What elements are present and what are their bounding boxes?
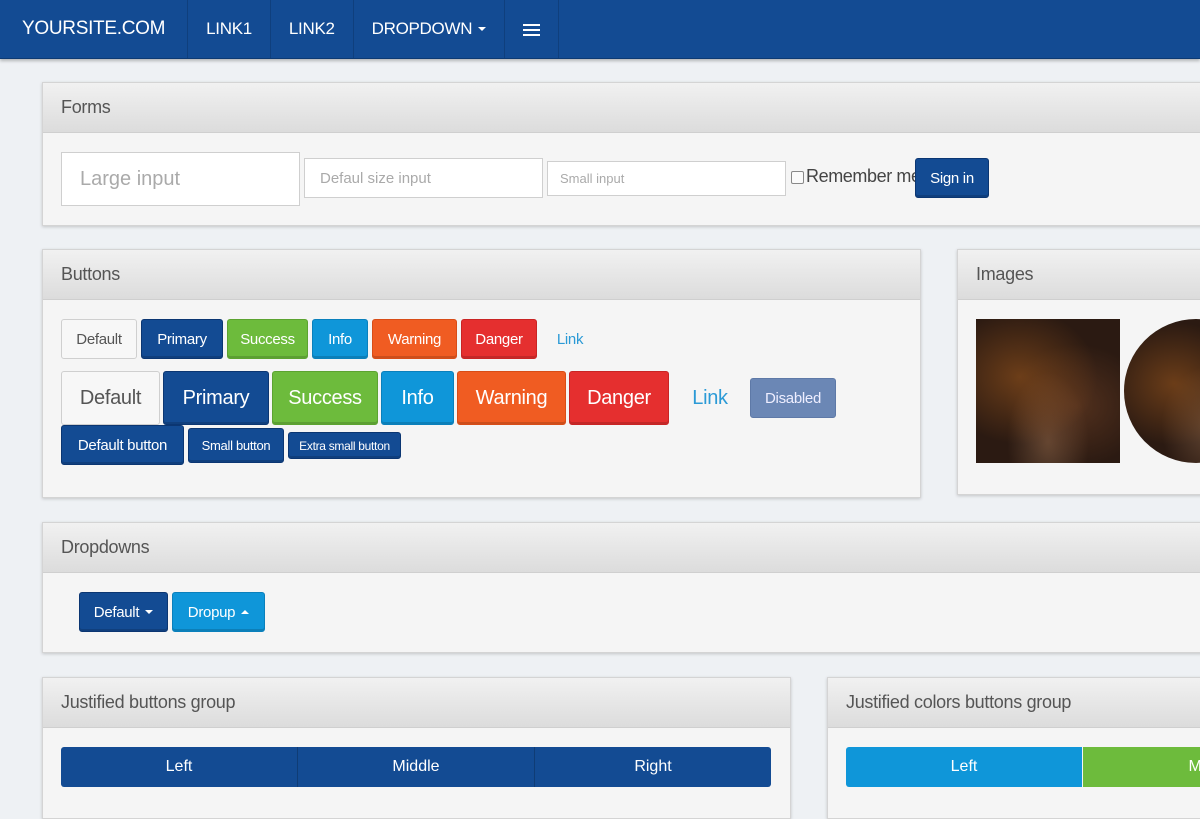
forms-panel: Forms Large input Defaul size input Smal… <box>42 82 1200 226</box>
buttons-panel: Buttons Default Primary Success Info War… <box>42 249 921 498</box>
panel-title: Dropdowns <box>43 523 1200 573</box>
middle-color-button[interactable]: Mic <box>1083 747 1200 787</box>
panel-title: Images <box>958 250 1200 300</box>
middle-button[interactable]: Middle <box>298 747 535 787</box>
disabled-button[interactable]: Disabled <box>750 378 836 418</box>
justified-colors-panel: Justified colors buttons group Left Mic <box>827 677 1200 819</box>
nav-link-2[interactable]: LINK2 <box>269 0 353 58</box>
link-button-large[interactable]: Link <box>677 371 743 425</box>
default-button[interactable]: Default <box>61 319 137 359</box>
panel-title: Justified colors buttons group <box>828 678 1200 728</box>
right-button[interactable]: Right <box>535 747 771 787</box>
hamburger-icon <box>523 23 541 36</box>
nav-dropdown-label: DROPDOWN <box>371 19 473 38</box>
default-dropdown-button[interactable]: Default <box>79 592 168 632</box>
danger-button-large[interactable]: Danger <box>569 371 669 425</box>
remember-label: Remember me <box>806 166 921 186</box>
caret-down-icon <box>145 610 154 614</box>
danger-button[interactable]: Danger <box>461 319 537 359</box>
images-panel: Images <box>957 249 1200 495</box>
default-size-button[interactable]: Default button <box>61 425 184 465</box>
menu-toggle[interactable] <box>504 0 560 58</box>
small-button[interactable]: Small button <box>188 428 284 463</box>
dropup-button[interactable]: Dropup <box>172 592 265 632</box>
top-navbar: YOURSITE.COM LINK1 LINK2 DROPDOWN <box>0 0 1200 59</box>
info-button[interactable]: Info <box>312 319 368 359</box>
primary-button-large[interactable]: Primary <box>163 371 269 425</box>
info-button-large[interactable]: Info <box>381 371 454 425</box>
nav-link-1[interactable]: LINK1 <box>187 0 270 58</box>
justified-group-panel: Justified buttons group Left Middle Righ… <box>42 677 791 819</box>
default-button-large[interactable]: Default <box>61 371 160 425</box>
rectangle-image <box>976 319 1120 463</box>
success-button[interactable]: Success <box>227 319 308 359</box>
default-input[interactable]: Defaul size input <box>304 158 543 198</box>
remember-checkbox[interactable] <box>791 171 804 184</box>
small-input[interactable]: Small input <box>547 161 786 196</box>
caret-down-icon <box>478 27 487 31</box>
link-button[interactable]: Link <box>543 319 597 359</box>
warning-button-large[interactable]: Warning <box>457 371 566 425</box>
primary-button[interactable]: Primary <box>141 319 223 359</box>
nav-dropdown[interactable]: DROPDOWN <box>352 0 505 58</box>
panel-title: Justified buttons group <box>43 678 790 728</box>
large-input[interactable]: Large input <box>61 152 300 206</box>
left-button[interactable]: Left <box>61 747 298 787</box>
brand-link[interactable]: YOURSITE.COM <box>0 0 187 58</box>
dropup-label: Dropup <box>187 603 236 621</box>
success-button-large[interactable]: Success <box>272 371 378 425</box>
extra-small-button[interactable]: Extra small button <box>288 432 401 459</box>
dropdowns-panel: Dropdowns Default Dropup <box>42 522 1200 653</box>
justified-button-group: Left Middle Right <box>61 747 771 787</box>
panel-title: Buttons <box>43 250 920 300</box>
warning-button[interactable]: Warning <box>372 319 457 359</box>
panel-title: Forms <box>43 83 1200 133</box>
sign-in-button[interactable]: Sign in <box>915 158 989 198</box>
left-color-button[interactable]: Left <box>846 747 1082 787</box>
dropdown-label: Default <box>93 603 140 621</box>
circle-image <box>1124 319 1200 463</box>
caret-up-icon <box>241 610 250 614</box>
